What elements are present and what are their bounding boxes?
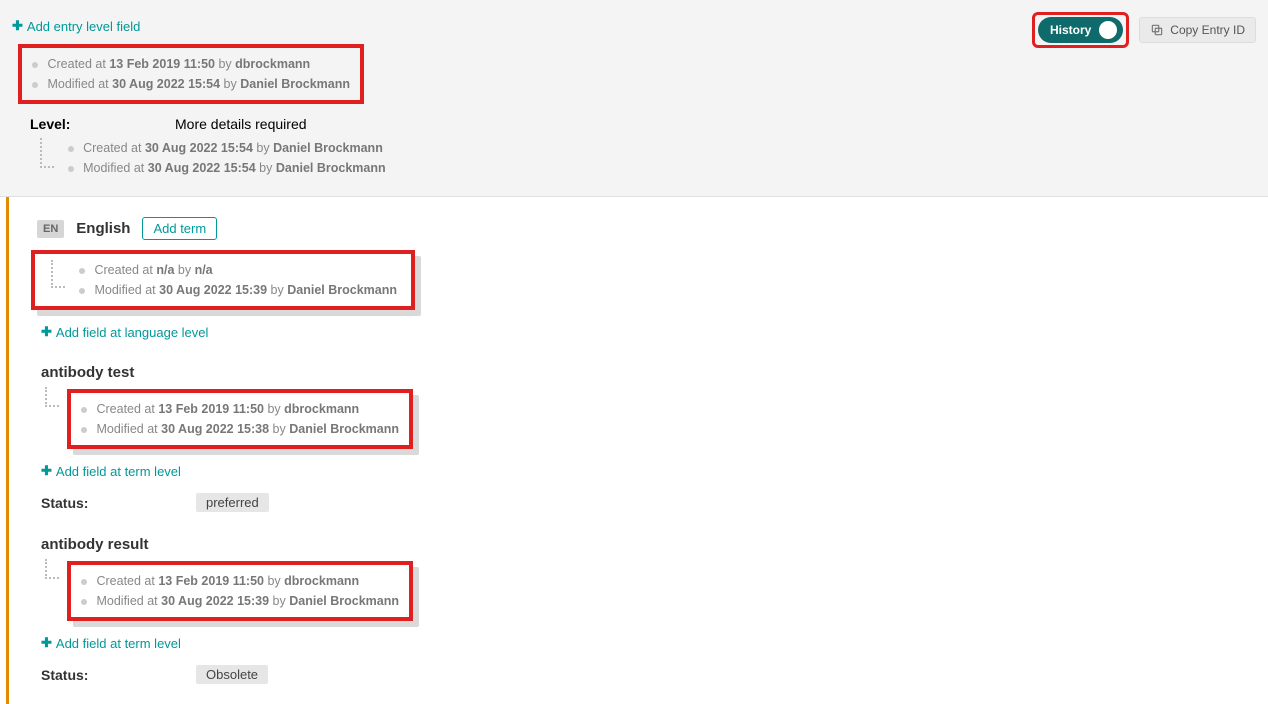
term-modified-line: Modified at 30 Aug 2022 15:38 by Daniel …: [81, 419, 399, 439]
term-status-value: Obsolete: [196, 665, 268, 684]
entry-modified-line: Modified at 30 Aug 2022 15:54 by Daniel …: [32, 74, 350, 94]
term-block: antibody result Created at 13 Feb 2019 1…: [37, 536, 1268, 684]
entry-created-line: Created at 13 Feb 2019 11:50 by dbrockma…: [32, 54, 350, 74]
term-created-line: Created at 13 Feb 2019 11:50 by dbrockma…: [81, 571, 399, 591]
term-block: antibody test Created at 13 Feb 2019 11:…: [37, 364, 1268, 512]
term-meta-box: Created at 13 Feb 2019 11:50 by dbrockma…: [67, 389, 413, 449]
language-meta-box: Created at n/a by n/a Modified at 30 Aug…: [31, 250, 415, 310]
toggle-knob: [1099, 21, 1117, 39]
level-created-line: Created at 30 Aug 2022 15:54 by Daniel B…: [68, 138, 386, 158]
add-field-term-level-label: Add field at term level: [56, 636, 181, 651]
tree-connector-icon: [45, 559, 63, 579]
add-field-language-level-label: Add field at language level: [56, 325, 209, 340]
history-toggle[interactable]: History: [1038, 17, 1123, 43]
plus-icon: ✚: [41, 635, 52, 651]
level-modified-line: Modified at 30 Aug 2022 15:54 by Daniel …: [68, 158, 386, 178]
term-title: antibody test: [41, 364, 1268, 381]
history-label: History: [1050, 23, 1091, 37]
term-status-row: Status: preferred: [41, 493, 1268, 512]
tree-connector-icon: [51, 260, 69, 288]
level-row: Level: More details required: [30, 116, 1256, 132]
entry-meta-box: Created at 13 Feb 2019 11:50 by dbrockma…: [18, 44, 364, 104]
add-term-button[interactable]: Add term: [142, 217, 217, 240]
term-created-line: Created at 13 Feb 2019 11:50 by dbrockma…: [81, 399, 399, 419]
plus-icon: ✚: [12, 18, 23, 34]
history-highlight: History: [1032, 12, 1129, 48]
language-section: EN English Add term Created at n/a by n/…: [6, 197, 1268, 704]
plus-icon: ✚: [41, 463, 52, 479]
term-title: antibody result: [41, 536, 1268, 553]
language-header: EN English Add term: [37, 217, 1268, 240]
language-modified-line: Modified at 30 Aug 2022 15:39 by Daniel …: [79, 280, 397, 300]
copy-entry-id-label: Copy Entry ID: [1170, 23, 1245, 37]
tree-connector-icon: [45, 387, 63, 407]
add-field-term-level-label: Add field at term level: [56, 464, 181, 479]
add-entry-level-field-link[interactable]: ✚ Add entry level field: [12, 18, 140, 34]
language-created-line: Created at n/a by n/a: [79, 260, 397, 280]
term-meta-box: Created at 13 Feb 2019 11:50 by dbrockma…: [67, 561, 413, 621]
language-meta-highlight-row: Created at n/a by n/a Modified at 30 Aug…: [31, 250, 1268, 310]
term-status-label: Status:: [41, 495, 196, 511]
copy-entry-id-button[interactable]: Copy Entry ID: [1139, 17, 1256, 43]
language-name: English: [76, 220, 130, 237]
add-entry-level-field-label: Add entry level field: [27, 19, 140, 34]
term-modified-line: Modified at 30 Aug 2022 15:39 by Daniel …: [81, 591, 399, 611]
term-status-row: Status: Obsolete: [41, 665, 1268, 684]
copy-icon: [1150, 23, 1164, 37]
add-field-language-level-link[interactable]: ✚ Add field at language level: [41, 324, 208, 340]
entry-meta-highlight-row: Created at 13 Feb 2019 11:50 by dbrockma…: [12, 44, 1256, 104]
top-controls: History Copy Entry ID: [1032, 12, 1256, 48]
term-status-label: Status:: [41, 667, 196, 683]
term-status-value: preferred: [196, 493, 269, 512]
level-label: Level:: [30, 116, 175, 132]
add-field-term-level-link[interactable]: ✚ Add field at term level: [41, 463, 181, 479]
plus-icon: ✚: [41, 324, 52, 340]
language-code-badge: EN: [37, 220, 64, 238]
entry-header-section: History Copy Entry ID ✚ Add entry level …: [0, 0, 1268, 197]
level-value: More details required: [175, 116, 307, 132]
add-field-term-level-link[interactable]: ✚ Add field at term level: [41, 635, 181, 651]
tree-connector-icon: [40, 138, 58, 168]
level-meta: Created at 30 Aug 2022 15:54 by Daniel B…: [40, 138, 1256, 178]
